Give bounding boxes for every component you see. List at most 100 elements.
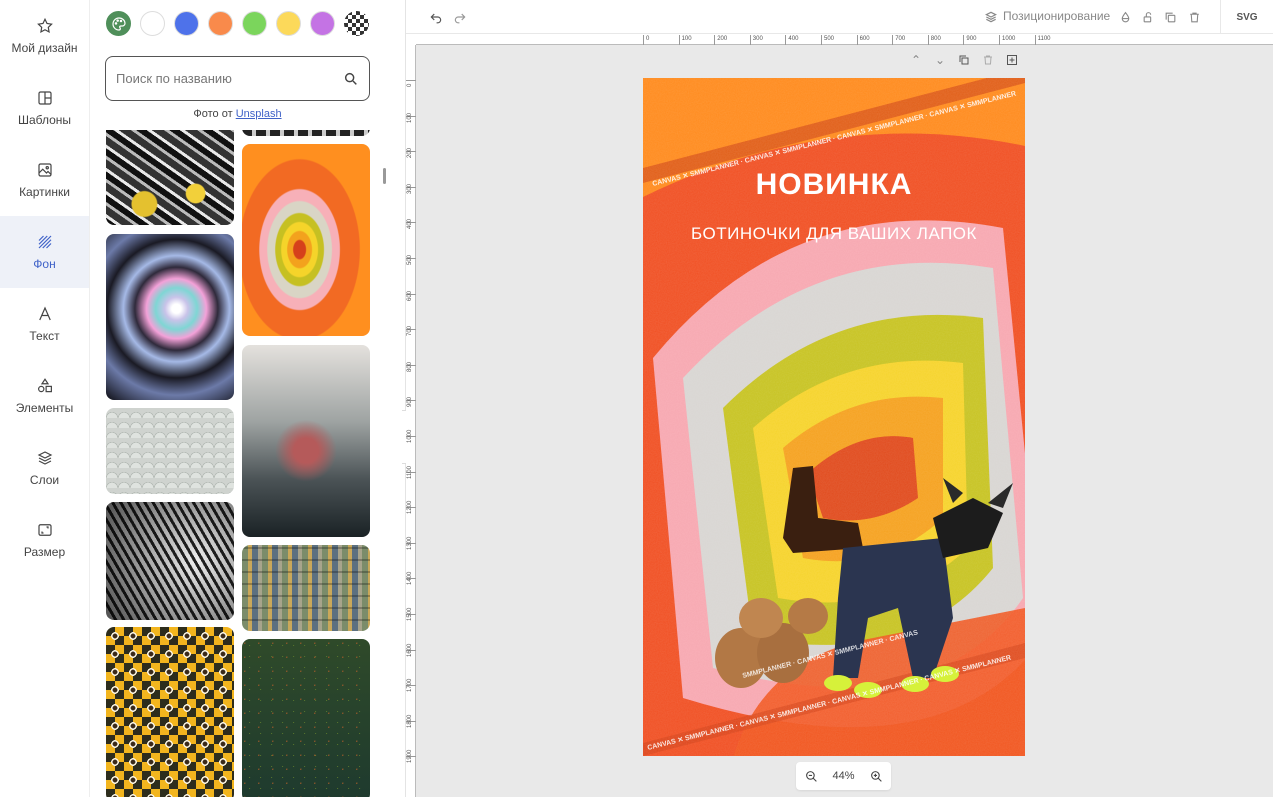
nav-item-label: Мой дизайн xyxy=(11,41,78,55)
background-thumbnail-3d-waves[interactable] xyxy=(106,502,234,620)
ruler-tick-text: 0 xyxy=(407,83,413,87)
search-icon[interactable] xyxy=(343,71,359,87)
ruler-tick-label: 600 xyxy=(406,291,416,301)
ruler-tick-label: 100 xyxy=(678,35,692,45)
top-toolbar: Позиционирование SVG xyxy=(406,0,1273,34)
artboard-title[interactable]: НОВИНКА xyxy=(643,168,1025,202)
transparent-swatch[interactable] xyxy=(344,11,369,36)
unsplash-link[interactable]: Unsplash xyxy=(236,108,282,120)
ruler-tick-label: 300 xyxy=(749,35,763,45)
duplicate-icon[interactable] xyxy=(1162,9,1178,25)
opacity-icon[interactable] xyxy=(1117,9,1133,25)
color-swatch-orange[interactable] xyxy=(208,11,233,36)
palette-picker-button[interactable] xyxy=(106,11,131,36)
gallery-scrollbar[interactable] xyxy=(383,168,386,184)
ruler-tick-label: 1100 xyxy=(406,466,416,479)
ruler-tick-text: 400 xyxy=(407,219,413,230)
delete-page-icon[interactable] xyxy=(981,53,995,67)
background-thumbnail-stickers[interactable] xyxy=(106,130,234,225)
ruler-tick-text: 1500 xyxy=(407,607,413,621)
ruler-tick-text: 1000 xyxy=(407,429,413,443)
undo-icon[interactable] xyxy=(428,9,444,25)
zoom-in-icon xyxy=(870,770,882,782)
nav-item-text[interactable]: Текст xyxy=(0,288,89,360)
star-icon xyxy=(36,17,53,34)
background-thumbnail-houses-pattern[interactable] xyxy=(242,545,370,631)
app-root: Мой дизайн Шаблоны Картинки Фон Текст Эл… xyxy=(0,0,1273,797)
background-thumbnail-forest-aerial[interactable] xyxy=(242,639,370,797)
artboard-subtitle[interactable]: БОТИНОЧКИ ДЛЯ ВАШИХ ЛАПОК xyxy=(643,224,1025,244)
ruler-tick-label: 300 xyxy=(406,184,416,194)
color-swatch-blue[interactable] xyxy=(174,11,199,36)
vertical-ruler: 0 100 200 300 400 500 600 700 800 900 1000 1100 1200… xyxy=(406,45,416,797)
color-swatch-green[interactable] xyxy=(242,11,267,36)
template-icon xyxy=(37,91,52,105)
ruler-tick-label: 700 xyxy=(892,35,905,45)
ruler-tick-text: 100 xyxy=(407,112,413,123)
ruler-tick-label: 400 xyxy=(785,35,798,45)
zoom-out-button[interactable] xyxy=(804,769,818,783)
ruler-tick-label: 1300 xyxy=(406,536,416,550)
nav-item-elements[interactable]: Элементы xyxy=(0,360,89,432)
background-thumbnail-orange-rainbow[interactable] xyxy=(242,144,370,336)
duplicate-page-icon[interactable] xyxy=(957,53,971,67)
zoom-in-button[interactable] xyxy=(869,769,883,783)
zoom-value: 44% xyxy=(832,770,855,782)
artboard[interactable]: CANVAS ✕ SMMPLANNER · CANVAS ✕ SMMPLANNE… xyxy=(643,78,1025,756)
background-thumbnail-geometric-pattern[interactable] xyxy=(106,627,234,797)
artboard-tools: ⌃ ⌄ xyxy=(909,53,1019,67)
ruler-tick-text: 1300 xyxy=(407,536,413,550)
canvas-workspace[interactable]: 0 100 200 300 400 500 600 700 800 900 1000 1100 0 10… xyxy=(406,35,1273,797)
shapes-icon xyxy=(37,378,52,393)
nav-item-my-design[interactable]: Мой дизайн xyxy=(0,0,89,72)
left-nav: Мой дизайн Шаблоны Картинки Фон Текст Эл… xyxy=(0,0,90,797)
ruler-tick-label: 800 xyxy=(927,35,941,45)
background-thumbnail-monochrome-top[interactable] xyxy=(242,130,370,136)
nav-item-background[interactable]: Фон xyxy=(0,216,89,288)
background-gallery xyxy=(106,130,372,797)
horizontal-ruler: 0 100 200 300 400 500 600 700 800 900 1000 1100 xyxy=(416,35,1273,45)
ruler-corner xyxy=(406,35,416,45)
nav-item-label: Текст xyxy=(29,329,60,343)
ruler-tick-text: 300 xyxy=(407,183,413,194)
ruler-tick-label: 600 xyxy=(856,35,870,45)
ruler-tick-label: 400 xyxy=(406,219,416,229)
ruler-tick-text: 1700 xyxy=(407,678,413,693)
ruler-tick-label: 1500 xyxy=(406,608,416,621)
palette-icon xyxy=(111,16,126,31)
background-thumbnail-frosted-glass[interactable] xyxy=(242,345,370,537)
ruler-tick-label: 1000 xyxy=(999,35,1015,45)
ruler-tick-label: 700 xyxy=(406,326,416,336)
chevron-down-icon[interactable]: ⌄ xyxy=(933,53,947,67)
background-thumbnail-holographic-swirl[interactable] xyxy=(106,234,234,400)
ruler-tick-label: 800 xyxy=(406,362,416,372)
layers-position-icon[interactable] xyxy=(983,9,999,25)
photo-credit: Фото от Unsplash xyxy=(90,108,385,120)
unlock-icon[interactable] xyxy=(1140,9,1156,25)
nav-item-label: Фон xyxy=(33,257,56,271)
search-input[interactable] xyxy=(116,71,343,86)
trash-icon[interactable] xyxy=(1186,9,1202,25)
resize-icon xyxy=(37,524,52,536)
ruler-tick-text: 1400 xyxy=(407,572,413,586)
nav-item-templates[interactable]: Шаблоны xyxy=(0,72,89,144)
zoom-out-icon xyxy=(805,770,817,782)
color-swatch-white[interactable] xyxy=(140,11,165,36)
photo-credit-prefix: Фото от xyxy=(193,108,233,120)
chevron-up-icon[interactable]: ⌃ xyxy=(909,53,923,67)
nav-item-images[interactable]: Картинки xyxy=(0,144,89,216)
ruler-tick-text: 200 xyxy=(407,148,413,159)
color-swatch-purple[interactable] xyxy=(310,11,335,36)
nav-item-layers[interactable]: Слои xyxy=(0,432,89,504)
redo-icon[interactable] xyxy=(452,9,468,25)
ruler-tick-text: 1600 xyxy=(407,643,413,657)
add-page-icon[interactable] xyxy=(1005,53,1019,67)
background-panel: Фото от Unsplash xyxy=(90,0,406,797)
background-thumbnail-scales[interactable] xyxy=(106,408,234,494)
positioning-button[interactable]: Позиционирование xyxy=(1003,9,1110,23)
ruler-tick-label: 500 xyxy=(821,35,834,45)
export-svg-button[interactable]: SVG xyxy=(1220,0,1273,34)
ruler-tick-label: 200 xyxy=(714,35,727,45)
color-swatch-yellow[interactable] xyxy=(276,11,301,36)
nav-item-size[interactable]: Размер xyxy=(0,504,89,576)
